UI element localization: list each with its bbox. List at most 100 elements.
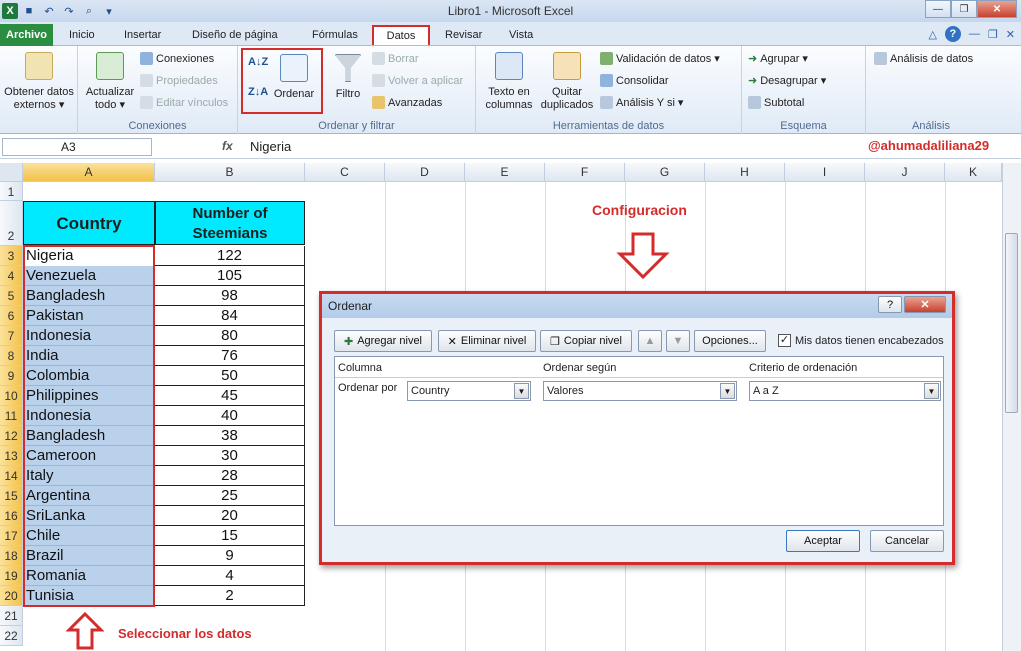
cell-b15[interactable]: 25 [155, 486, 305, 506]
data-validation-button[interactable]: Validación de datos ▾ [600, 52, 720, 65]
col-header-c[interactable]: C [305, 163, 385, 182]
delete-level-button[interactable]: ✕ Eliminar nivel [438, 330, 536, 352]
copy-level-button[interactable]: ❐ Copiar nivel [540, 330, 632, 352]
doc-close-icon[interactable]: ✕ [1006, 28, 1015, 41]
help-icon[interactable]: ? [944, 26, 961, 42]
tab-formulas[interactable]: Fórmulas [303, 25, 367, 45]
cell-b13[interactable]: 30 [155, 446, 305, 466]
tab-inicio[interactable]: Inicio [60, 25, 104, 45]
headers-checkbox[interactable]: ✓ [778, 334, 791, 347]
cell-b17[interactable]: 15 [155, 526, 305, 546]
move-down-icon[interactable]: ▼ [666, 330, 690, 352]
col-header-j[interactable]: J [865, 163, 945, 182]
cell-b19[interactable]: 4 [155, 566, 305, 586]
remove-duplicates-button[interactable]: Quitar duplicados [538, 52, 596, 112]
reapply-button[interactable]: Volver a aplicar [372, 74, 463, 87]
row-header-14[interactable]: 14 [0, 466, 23, 486]
tab-insertar[interactable]: Insertar [115, 25, 170, 45]
column-select[interactable]: Country ▼ [407, 381, 531, 401]
text-to-columns-button[interactable]: Texto en columnas [480, 52, 538, 112]
subtotal-button[interactable]: Subtotal [748, 96, 804, 109]
ok-button[interactable]: Aceptar [786, 530, 860, 552]
cell-b11[interactable]: 40 [155, 406, 305, 426]
chevron-down-icon[interactable]: ▼ [514, 383, 529, 399]
col-header-k[interactable]: K [945, 163, 1002, 182]
refresh-all-button[interactable]: Actualizar todo ▾ [82, 52, 138, 112]
minimize-ribbon-icon[interactable]: △ [928, 28, 936, 41]
cell-b12[interactable]: 38 [155, 426, 305, 446]
clear-button[interactable]: Borrar [372, 52, 419, 65]
cancel-button[interactable]: Cancelar [870, 530, 944, 552]
chevron-down-icon[interactable]: ▼ [924, 383, 939, 399]
row-header-8[interactable]: 8 [0, 346, 23, 366]
advanced-button[interactable]: Avanzadas [372, 96, 442, 109]
tab-diseno[interactable]: Diseño de página [183, 25, 287, 45]
header-steemians[interactable]: Number of Steemians [155, 201, 305, 245]
row-header-18[interactable]: 18 [0, 546, 23, 566]
cell-b5[interactable]: 98 [155, 286, 305, 306]
cell-b7[interactable]: 80 [155, 326, 305, 346]
col-header-f[interactable]: F [545, 163, 625, 182]
options-button[interactable]: Opciones... [694, 330, 766, 352]
cell-b4[interactable]: 105 [155, 266, 305, 286]
row-header-13[interactable]: 13 [0, 446, 23, 466]
header-country[interactable]: Country [23, 201, 155, 245]
formula-input[interactable]: Nigeria [250, 139, 291, 154]
col-header-d[interactable]: D [385, 163, 465, 182]
row-header-1[interactable]: 1 [0, 182, 23, 201]
cell-b8[interactable]: 76 [155, 346, 305, 366]
tab-file[interactable]: Archivo [0, 24, 53, 46]
row-header-20[interactable]: 20 [0, 586, 23, 606]
doc-restore-icon[interactable]: ❐ [988, 28, 998, 41]
row-header-17[interactable]: 17 [0, 526, 23, 546]
row-header-4[interactable]: 4 [0, 266, 23, 286]
chevron-down-icon[interactable]: ▼ [720, 383, 735, 399]
cell-b14[interactable]: 28 [155, 466, 305, 486]
col-header-b[interactable]: B [155, 163, 305, 182]
dialog-close-icon[interactable]: ✕ [904, 296, 946, 313]
sort-button[interactable]: Ordenar [270, 54, 318, 101]
doc-minimize-icon[interactable]: — [969, 28, 980, 40]
col-header-g[interactable]: G [625, 163, 705, 182]
scrollbar-thumb[interactable] [1005, 233, 1018, 413]
cell-b9[interactable]: 50 [155, 366, 305, 386]
row-header-6[interactable]: 6 [0, 306, 23, 326]
fx-icon[interactable]: fx [222, 139, 233, 153]
row-header-11[interactable]: 11 [0, 406, 23, 426]
row-header-16[interactable]: 16 [0, 506, 23, 526]
cell-b16[interactable]: 20 [155, 506, 305, 526]
close-icon[interactable]: ✕ [977, 0, 1017, 18]
add-level-button[interactable]: ✚ Agregar nivel [334, 330, 432, 352]
row-header-21[interactable]: 21 [0, 606, 23, 626]
consolidate-button[interactable]: Consolidar [600, 74, 669, 87]
col-header-h[interactable]: H [705, 163, 785, 182]
sort-za-icon[interactable]: Z↓A [248, 86, 268, 98]
tab-datos[interactable]: Datos [372, 25, 430, 45]
connections-button[interactable]: Conexiones [140, 52, 214, 65]
row-header-9[interactable]: 9 [0, 366, 23, 386]
filter-button[interactable]: Filtro [328, 54, 368, 101]
name-box[interactable]: A3 [2, 138, 152, 156]
row-header-7[interactable]: 7 [0, 326, 23, 346]
col-header-e[interactable]: E [465, 163, 545, 182]
ungroup-button[interactable]: ➜ Desagrupar ▾ [748, 74, 826, 88]
get-external-data-button[interactable]: Obtener datos externos ▾ [2, 52, 76, 112]
vertical-scrollbar[interactable] [1002, 163, 1021, 651]
cell-b18[interactable]: 9 [155, 546, 305, 566]
what-if-button[interactable]: Análisis Y si ▾ [600, 96, 683, 109]
sort-on-select[interactable]: Valores ▼ [543, 381, 737, 401]
dialog-help-icon[interactable]: ? [878, 296, 902, 313]
row-header-3[interactable]: 3 [0, 246, 23, 266]
minimize-icon[interactable]: — [925, 0, 951, 18]
select-all-corner[interactable] [0, 163, 23, 182]
row-header-15[interactable]: 15 [0, 486, 23, 506]
data-analysis-button[interactable]: Análisis de datos [874, 52, 973, 65]
move-up-icon[interactable]: ▲ [638, 330, 662, 352]
edit-links-button[interactable]: Editar vínculos [140, 96, 228, 109]
row-header-10[interactable]: 10 [0, 386, 23, 406]
cell-b20[interactable]: 2 [155, 586, 305, 606]
tab-vista[interactable]: Vista [500, 25, 542, 45]
tab-revisar[interactable]: Revisar [436, 25, 491, 45]
row-header-5[interactable]: 5 [0, 286, 23, 306]
cell-b3[interactable]: 122 [155, 246, 305, 266]
